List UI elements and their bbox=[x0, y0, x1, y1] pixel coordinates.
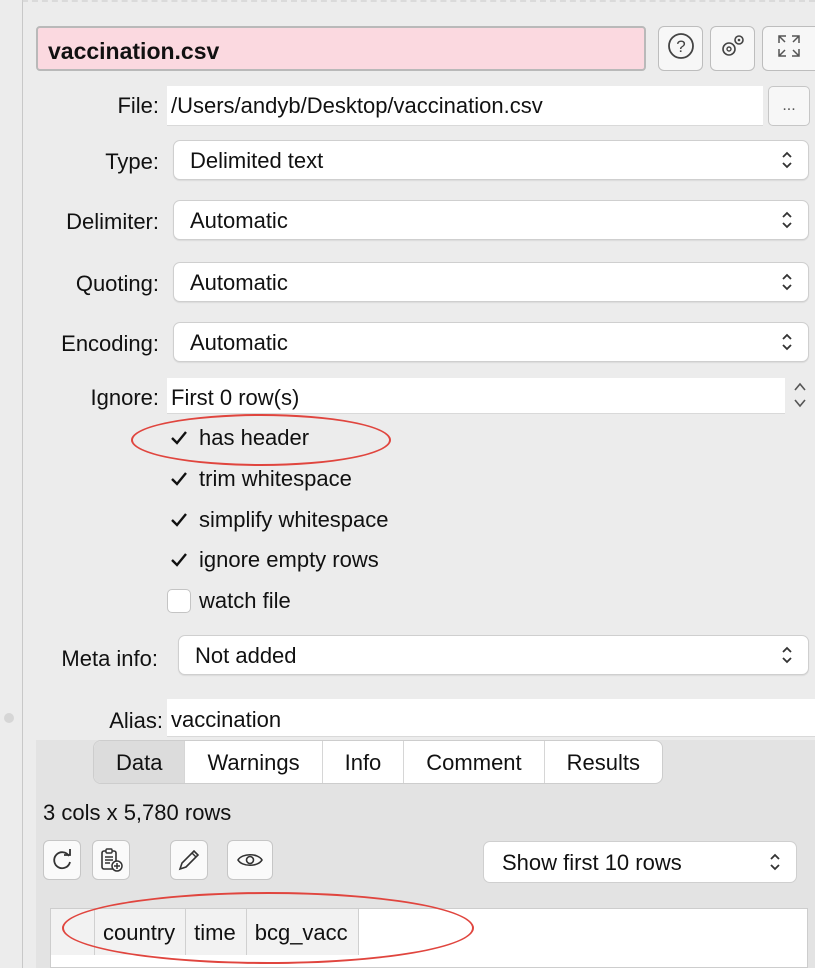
file-label: File: bbox=[117, 93, 159, 118]
ignore-empty-rows-option[interactable]: ignore empty rows bbox=[167, 545, 379, 575]
meta-info-label: Meta info: bbox=[61, 646, 158, 671]
simplify-whitespace-option[interactable]: simplify whitespace bbox=[167, 505, 389, 535]
updown-chevron-icon bbox=[782, 273, 792, 291]
svg-text:?: ? bbox=[676, 37, 685, 56]
delimiter-value: Automatic bbox=[190, 208, 288, 233]
tab-comment[interactable]: Comment bbox=[404, 741, 545, 783]
top-divider bbox=[22, 0, 815, 4]
rows-to-show-value: Show first 10 rows bbox=[502, 850, 682, 875]
watch-file-label: watch file bbox=[199, 588, 291, 613]
tab-results[interactable]: Results bbox=[545, 741, 662, 783]
column-header-country[interactable]: country bbox=[95, 909, 187, 955]
refresh-button[interactable] bbox=[43, 840, 81, 880]
clipboard-add-icon bbox=[101, 848, 123, 872]
help-button[interactable]: ? bbox=[658, 26, 703, 71]
delimiter-label: Delimiter: bbox=[66, 209, 159, 234]
quoting-label: Quoting: bbox=[75, 271, 159, 296]
checkmark-icon bbox=[171, 472, 187, 486]
updown-chevron-icon bbox=[770, 853, 780, 871]
expand-button[interactable] bbox=[762, 26, 815, 71]
encoding-label: Encoding: bbox=[61, 331, 159, 356]
table-corner[interactable] bbox=[51, 909, 95, 955]
node-title-field[interactable]: vaccination.csv bbox=[36, 26, 646, 71]
checkmark-icon bbox=[171, 431, 187, 445]
tab-warnings[interactable]: Warnings bbox=[185, 741, 323, 783]
edit-button[interactable] bbox=[170, 840, 208, 880]
data-dimensions-status: 3 cols x 5,780 rows bbox=[43, 800, 232, 825]
trim-whitespace-checkbox[interactable] bbox=[167, 467, 191, 491]
help-circle-icon: ? bbox=[666, 31, 696, 67]
data-preview-table[interactable]: country time bcg_vacc bbox=[50, 908, 808, 968]
pencil-icon bbox=[178, 849, 200, 871]
checkmark-icon bbox=[171, 553, 187, 567]
ignore-empty-rows-checkbox[interactable] bbox=[167, 548, 191, 572]
alias-field[interactable]: vaccination bbox=[167, 699, 815, 737]
simplify-whitespace-checkbox[interactable] bbox=[167, 508, 191, 532]
trim-whitespace-label: trim whitespace bbox=[199, 466, 352, 491]
type-select[interactable]: Delimited text bbox=[173, 140, 809, 180]
encoding-select[interactable]: Automatic bbox=[173, 322, 809, 362]
column-header-bcg-vacc[interactable]: bcg_vacc bbox=[246, 909, 359, 955]
watch-file-option[interactable]: watch file bbox=[167, 586, 291, 616]
ignore-rows-field[interactable]: First 0 row(s) bbox=[167, 378, 785, 414]
meta-info-value: Not added bbox=[195, 643, 297, 668]
quoting-select[interactable]: Automatic bbox=[173, 262, 809, 302]
eye-icon bbox=[237, 853, 263, 867]
updown-chevron-icon bbox=[782, 333, 792, 351]
preview-button[interactable] bbox=[227, 840, 273, 880]
ignore-empty-rows-label: ignore empty rows bbox=[199, 547, 379, 572]
tab-bar: Data Warnings Info Comment Results bbox=[93, 740, 664, 784]
column-header-time[interactable]: time bbox=[186, 909, 247, 955]
gears-icon bbox=[718, 31, 748, 67]
updown-chevron-icon bbox=[782, 151, 792, 169]
meta-info-select[interactable]: Not added bbox=[178, 635, 809, 675]
has-header-label: has header bbox=[199, 425, 310, 450]
tab-data[interactable]: Data bbox=[94, 741, 186, 783]
refresh-icon bbox=[53, 849, 71, 870]
watch-file-checkbox[interactable] bbox=[167, 589, 191, 613]
delimiter-select[interactable]: Automatic bbox=[173, 200, 809, 240]
type-label: Type: bbox=[105, 149, 159, 174]
splitter-handle[interactable] bbox=[4, 713, 14, 723]
encoding-value: Automatic bbox=[190, 330, 288, 355]
updown-chevron-icon bbox=[782, 211, 792, 229]
paste-add-button[interactable] bbox=[92, 840, 130, 880]
table-header-row: country time bcg_vacc bbox=[51, 909, 359, 955]
browse-button[interactable]: ... bbox=[768, 86, 810, 126]
ignore-label: Ignore: bbox=[90, 385, 160, 410]
has-header-option[interactable]: has header bbox=[167, 423, 309, 453]
rows-to-show-select[interactable]: Show first 10 rows bbox=[483, 841, 797, 883]
file-path-field[interactable]: /Users/andyb/Desktop/vaccination.csv bbox=[167, 86, 763, 126]
expand-arrows-icon bbox=[774, 31, 804, 67]
settings-button[interactable] bbox=[710, 26, 755, 71]
quoting-value: Automatic bbox=[190, 270, 288, 295]
type-value: Delimited text bbox=[190, 148, 324, 173]
trim-whitespace-option[interactable]: trim whitespace bbox=[167, 464, 352, 494]
updown-chevron-icon bbox=[782, 646, 792, 664]
simplify-whitespace-label: simplify whitespace bbox=[199, 507, 389, 532]
ignore-rows-stepper[interactable] bbox=[790, 376, 810, 414]
tab-info[interactable]: Info bbox=[323, 741, 405, 783]
has-header-checkbox[interactable] bbox=[167, 426, 191, 450]
alias-label: Alias: bbox=[109, 708, 163, 733]
checkmark-icon bbox=[171, 513, 187, 527]
